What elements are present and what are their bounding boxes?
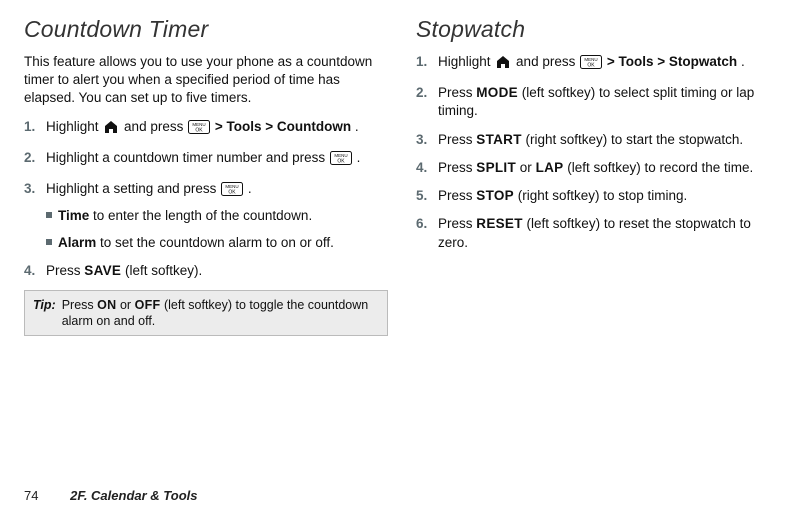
text: Press: [438, 160, 476, 175]
svg-text:OK: OK: [337, 158, 345, 164]
text: Press: [438, 216, 476, 231]
text: or: [520, 160, 536, 175]
label-stop: STOP: [476, 188, 514, 203]
label-reset: RESET: [476, 216, 523, 231]
svg-text:OK: OK: [228, 190, 236, 196]
text: or: [120, 298, 135, 312]
stopwatch-column: Stopwatch Highlight and press MENUOK > T…: [416, 16, 780, 336]
text: Press: [438, 188, 476, 203]
text: and press: [516, 54, 579, 69]
countdown-step-2: Highlight a countdown timer number and p…: [24, 149, 388, 170]
text: to enter the length of the countdown.: [93, 208, 312, 223]
text: Highlight: [438, 54, 494, 69]
text: Highlight: [46, 119, 102, 134]
label-off: OFF: [135, 298, 161, 312]
text: (left softkey).: [125, 263, 202, 278]
menu-ok-icon: MENUOK: [580, 55, 602, 74]
stopwatch-steps: Highlight and press MENUOK > Tools > Sto…: [416, 53, 780, 252]
countdown-steps: Highlight and press MENUOK > Tools > Cou…: [24, 118, 388, 280]
tip-box: Tip: Press ON or OFF (left softkey) to t…: [24, 290, 388, 337]
label-countdown: Countdown: [277, 119, 351, 134]
section-name: 2F. Calendar & Tools: [70, 488, 197, 503]
countdown-intro: This feature allows you to use your phon…: [24, 53, 388, 108]
label-tools: Tools: [227, 119, 262, 134]
text: Press: [62, 298, 97, 312]
text: .: [355, 119, 359, 134]
countdown-step-3: Highlight a setting and press MENUOK . T…: [24, 180, 388, 252]
text: Press: [438, 132, 476, 147]
countdown-step-4: Press SAVE (left softkey).: [24, 262, 388, 280]
sub-alarm: Alarm to set the countdown alarm to on o…: [46, 234, 388, 252]
label-save: SAVE: [84, 263, 121, 278]
text: >: [265, 119, 277, 134]
label-on: ON: [97, 298, 116, 312]
label-time: Time: [58, 208, 89, 223]
label-tools: Tools: [619, 54, 654, 69]
home-icon: [495, 55, 511, 74]
text: .: [741, 54, 745, 69]
label-lap: LAP: [536, 160, 564, 175]
label-stopwatch: Stopwatch: [669, 54, 737, 69]
text: Highlight a countdown timer number and p…: [46, 150, 329, 165]
stopwatch-title: Stopwatch: [416, 16, 780, 43]
label-alarm: Alarm: [58, 235, 96, 250]
countdown-title: Countdown Timer: [24, 16, 388, 43]
countdown-timer-column: Countdown Timer This feature allows you …: [24, 16, 388, 336]
menu-ok-icon: MENUOK: [188, 120, 210, 139]
text: and press: [124, 119, 187, 134]
text: (right softkey) to start the stopwatch.: [526, 132, 744, 147]
stopwatch-step-1: Highlight and press MENUOK > Tools > Sto…: [416, 53, 780, 74]
text: >: [215, 119, 227, 134]
stopwatch-step-2: Press MODE (left softkey) to select spli…: [416, 84, 780, 120]
page-number: 74: [24, 488, 38, 503]
sub-time: Time to enter the length of the countdow…: [46, 207, 388, 225]
svg-text:OK: OK: [587, 63, 595, 69]
text: Highlight a setting and press: [46, 181, 220, 196]
stopwatch-step-4: Press SPLIT or LAP (left softkey) to rec…: [416, 159, 780, 177]
svg-text:MENU: MENU: [225, 184, 238, 189]
text: >: [607, 54, 619, 69]
text: to set the countdown alarm to on or off.: [100, 235, 334, 250]
label-start: START: [476, 132, 522, 147]
text: (right softkey) to stop timing.: [518, 188, 688, 203]
home-icon: [103, 120, 119, 139]
stopwatch-step-3: Press START (right softkey) to start the…: [416, 131, 780, 149]
text: .: [357, 150, 361, 165]
tip-text: Press ON or OFF (left softkey) to toggle…: [62, 297, 379, 330]
text: (left softkey) to record the time.: [567, 160, 753, 175]
text: .: [248, 181, 252, 196]
countdown-step-1: Highlight and press MENUOK > Tools > Cou…: [24, 118, 388, 139]
text: Press: [438, 85, 476, 100]
label-split: SPLIT: [476, 160, 516, 175]
menu-ok-icon: MENUOK: [221, 182, 243, 201]
page-footer: 74 2F. Calendar & Tools: [24, 488, 197, 503]
tip-label: Tip:: [33, 297, 56, 330]
label-mode: MODE: [476, 85, 518, 100]
stopwatch-step-6: Press RESET (left softkey) to reset the …: [416, 215, 780, 251]
text: Press: [46, 263, 84, 278]
menu-ok-icon: MENUOK: [330, 151, 352, 170]
svg-text:MENU: MENU: [584, 57, 597, 62]
text: >: [657, 54, 669, 69]
stopwatch-step-5: Press STOP (right softkey) to stop timin…: [416, 187, 780, 205]
svg-text:MENU: MENU: [334, 153, 347, 158]
countdown-step-3-subitems: Time to enter the length of the countdow…: [46, 207, 388, 251]
svg-text:MENU: MENU: [192, 122, 205, 127]
svg-text:OK: OK: [195, 127, 203, 133]
